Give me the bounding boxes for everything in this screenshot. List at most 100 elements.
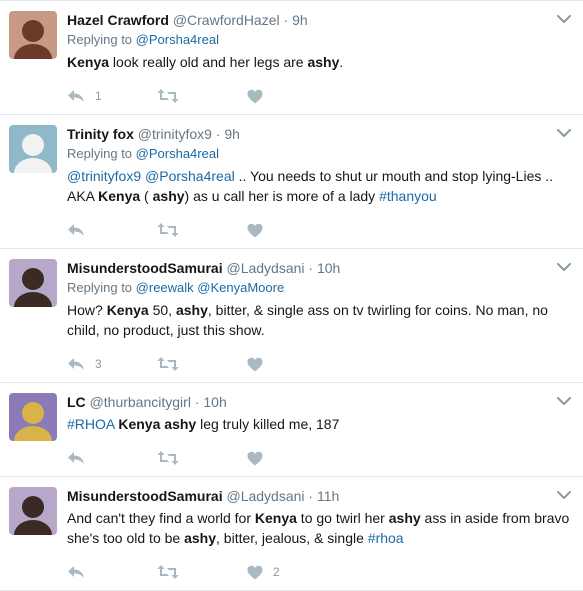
highlighted-keyword: ashy [152,188,185,204]
timestamp[interactable]: 9h [224,126,240,142]
retweet-button[interactable] [157,222,247,238]
tweet-actions: 1 [67,78,571,114]
chevron-down-icon[interactable] [557,393,571,405]
text-segment: ) as u call her is more of a lady [184,188,380,204]
text-segment: , bitter, jealous, & single [216,530,368,546]
text-segment: . [339,54,344,70]
reply-icon [67,89,85,103]
chevron-down-icon[interactable] [557,125,571,137]
reply-count: 1 [95,89,102,103]
avatar[interactable] [9,393,57,441]
heart-icon [247,89,263,104]
separator: · [211,126,225,142]
text-segment: look really old and her legs are [109,54,308,70]
tweet-text: @trinityfox9 @Porsha4real .. You needs t… [67,166,571,206]
author-handle[interactable]: @CrawfordHazel [173,12,280,28]
like-button[interactable]: 2 [247,565,337,580]
tweet[interactable]: LC @thurbancitygirl · 10h #RHOA Kenya ash… [0,383,583,477]
heart-icon [247,357,263,372]
highlighted-keyword: ashy [307,54,340,70]
reply-button[interactable] [67,223,157,237]
retweet-button[interactable] [157,450,247,466]
avatar[interactable] [9,259,57,307]
retweet-button[interactable] [157,88,247,104]
text-link[interactable]: #rhoa [368,530,404,546]
tweet[interactable]: Trinity fox @trinityfox9 · 9h Replying to… [0,115,583,249]
like-button[interactable] [247,89,337,104]
like-button[interactable] [247,223,337,238]
text-link[interactable]: #thanyou [379,188,437,204]
text-segment: leg truly killed me, 187 [196,416,340,432]
text-segment: And can't they find a world for [67,510,255,526]
avatar[interactable] [9,125,57,173]
reply-button[interactable] [67,565,157,579]
tweet-actions: 2 [67,554,571,590]
tweet-header: Hazel Crawford @CrawfordHazel · 9h [67,11,571,29]
retweet-button[interactable] [157,564,247,580]
mention-link[interactable]: @Porsha4real [136,32,219,47]
tweet-actions [67,212,571,248]
tweet-feed: Hazel Crawford @CrawfordHazel · 9h Replyi… [0,0,583,591]
heart-icon [247,451,263,466]
replying-to: Replying to @Porsha4real [67,145,571,163]
chevron-down-icon[interactable] [557,259,571,271]
reply-icon [67,565,85,579]
separator: · [190,394,204,410]
highlighted-keyword: Kenya [118,416,161,432]
author-name[interactable]: MisunderstoodSamurai [67,488,223,504]
tweet-actions [67,440,571,476]
author-handle[interactable]: @Ladydsani [226,260,304,276]
author-name[interactable]: LC [67,394,86,410]
tweet[interactable]: MisunderstoodSamurai @Ladydsani · 10h Rep… [0,249,583,383]
text-link[interactable]: @Porsha4real [145,168,235,184]
author-handle[interactable]: @Ladydsani [226,488,304,504]
highlighted-keyword: ashy [175,302,208,318]
tweet-text: Kenya look really old and her legs are a… [67,52,571,72]
tweet-text: #RHOA Kenya ashy leg truly killed me, 18… [67,414,571,434]
mention-link[interactable]: @Porsha4real [136,146,219,161]
avatar[interactable] [9,11,57,59]
separator: · [304,488,317,504]
replying-label: Replying to [67,32,133,47]
tweet-header: Trinity fox @trinityfox9 · 9h [67,125,571,143]
timestamp[interactable]: 10h [317,260,340,276]
timestamp[interactable]: 11h [317,488,339,504]
tweet-text: How? Kenya 50, ashy, bitter, & single as… [67,300,571,340]
avatar[interactable] [9,487,57,535]
tweet[interactable]: MisunderstoodSamurai @Ladydsani · 11h And… [0,477,583,591]
author-handle[interactable]: @thurbancitygirl [90,394,191,410]
highlighted-keyword: Kenya [106,302,149,318]
chevron-down-icon[interactable] [557,11,571,23]
chevron-down-icon[interactable] [557,487,571,499]
reply-icon [67,451,85,465]
tweet-text: And can't they find a world for Kenya to… [67,508,571,548]
reply-button[interactable]: 1 [67,89,157,103]
like-count: 2 [273,565,280,579]
reply-icon [67,357,85,371]
retweet-button[interactable] [157,356,247,372]
highlighted-keyword: ashy [164,416,197,432]
author-name[interactable]: Hazel Crawford [67,12,169,28]
like-button[interactable] [247,451,337,466]
reply-button[interactable] [67,451,157,465]
tweet[interactable]: Hazel Crawford @CrawfordHazel · 9h Replyi… [0,1,583,115]
author-handle[interactable]: @trinityfox9 [138,126,212,142]
text-link[interactable]: @trinityfox9 [67,168,141,184]
retweet-icon [157,564,179,580]
author-name[interactable]: MisunderstoodSamurai [67,260,223,276]
reply-button[interactable]: 3 [67,357,157,371]
author-name[interactable]: Trinity fox [67,126,134,142]
retweet-icon [157,88,179,104]
mention-link[interactable]: @reewalk [136,280,194,295]
text-link[interactable]: #RHOA [67,416,114,432]
tweet-header: MisunderstoodSamurai @Ladydsani · 10h [67,259,571,277]
timestamp[interactable]: 9h [292,12,308,28]
mention-link[interactable]: @KenyaMoore [197,280,284,295]
timestamp[interactable]: 10h [203,394,226,410]
separator: · [279,12,293,28]
highlighted-keyword: Kenya [254,510,297,526]
replying-to: Replying to @reewalk @KenyaMoore [67,279,571,297]
retweet-icon [157,356,179,372]
like-button[interactable] [247,357,337,372]
retweet-icon [157,222,179,238]
